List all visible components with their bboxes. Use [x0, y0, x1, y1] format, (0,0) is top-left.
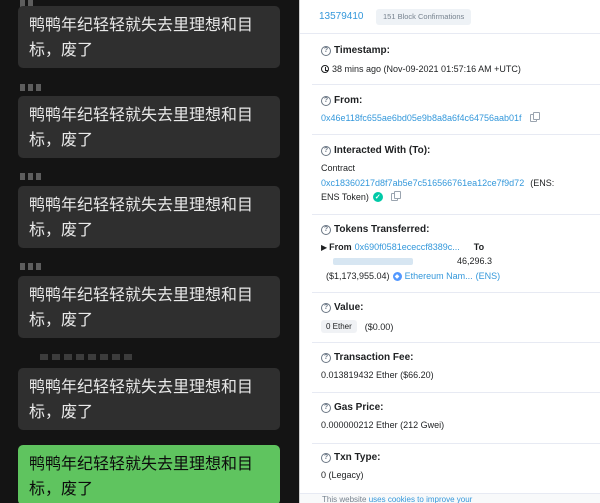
tokens-label: ? Tokens Transferred: [321, 224, 429, 235]
cookie-policy-link[interactable]: uses cookies to improve your [369, 495, 473, 503]
timestamp-value: 38 mins ago (Nov-09-2021 01:57:16 AM +UT… [321, 64, 521, 74]
token-symbol-link[interactable]: (ENS) [476, 271, 501, 281]
gas-price-value: 0.000000212 Ether (212 Gwei) [321, 420, 445, 430]
block-header: 13579410 151 Block Confirmations [300, 0, 600, 34]
chat-bubble[interactable]: 鸭鸭年纪轻轻就失去里理想和目标，废了 [18, 6, 280, 68]
chat-bubble[interactable]: 鸭鸭年纪轻轻就失去里理想和目标，废了 [18, 368, 280, 430]
token-to-label: To [473, 242, 485, 252]
token-amount: 46,296.3 [457, 256, 493, 266]
question-icon[interactable]: ? [321, 224, 331, 235]
fee-value: 0.013819432 Ether ($66.20) [321, 370, 434, 380]
ether-value-badge: 0 Ether [321, 320, 357, 333]
value-usd: ($0.00) [364, 321, 394, 332]
chat-bubble[interactable]: 鸭鸭年纪轻轻就失去里理想和目标，废了 [18, 96, 280, 158]
value-label: ? Value: [321, 302, 363, 313]
token-from-address-link[interactable]: 0x690f0581ececcf8389c... [355, 242, 460, 252]
arrow-right-icon: ▶ [321, 242, 328, 252]
to-address-row: 0xc18360217d8f7ab5e7c516566761ea12ce7f9d… [321, 178, 554, 188]
divider [312, 443, 600, 444]
cookie-banner: This website uses cookies to improve you… [300, 493, 600, 503]
chat-bubble[interactable]: 鸭鸭年纪轻轻就失去里理想和目标，废了 [18, 276, 280, 338]
question-icon[interactable]: ? [321, 302, 331, 313]
question-icon[interactable]: ? [321, 352, 331, 363]
chat-bubble-sent[interactable]: 鸭鸭年纪轻轻就失去里理想和目标，废了 [18, 445, 280, 503]
check-icon: ✓ [372, 192, 383, 202]
ens-name-row: ENS Token) ✓ [321, 191, 401, 202]
from-label: ? From: [321, 95, 362, 106]
chat-panel: 鸭鸭年纪轻轻就失去里理想和目标，废了 鸭鸭年纪轻轻就失去里理想和目标，废了 鸭鸭… [0, 0, 300, 503]
gas-price-label: ? Gas Price: [321, 402, 383, 413]
token-amount-row: 46,296.3 [321, 256, 492, 266]
question-icon[interactable]: ? [321, 145, 331, 156]
divider [312, 342, 600, 343]
txn-type-value: 0 (Legacy) [321, 470, 364, 480]
clock-icon [321, 65, 329, 73]
value-row: 0 Ether ($0.00) [321, 320, 393, 333]
sender-name-blurred [20, 263, 41, 273]
cookie-banner-text: This website [322, 495, 367, 503]
ens-name-prefix: (ENS: [530, 178, 555, 188]
question-icon[interactable]: ? [321, 95, 331, 106]
fee-label: ? Transaction Fee: [321, 352, 413, 363]
copy-icon[interactable] [529, 112, 540, 122]
question-icon[interactable]: ? [321, 452, 331, 463]
divider [312, 214, 600, 215]
ens-name: ENS Token) [321, 192, 369, 202]
from-address-link[interactable]: 0x46e118fc655ae6bd05e9b8a8a6f4c64756aab0… [321, 113, 522, 123]
confirmations-badge: 151 Block Confirmations [376, 9, 472, 25]
from-address-row: 0x46e118fc655ae6bd05e9b8a8a6f4c64756aab0… [321, 112, 540, 123]
contract-label: Contract [321, 163, 356, 173]
block-number-link[interactable]: 13579410 [319, 11, 364, 22]
token-usd: ($1,173,955.04) [326, 271, 390, 281]
token-from-row: ▶ From 0x690f0581ececcf8389c... To [321, 242, 484, 252]
sender-name-blurred [20, 173, 41, 183]
copy-icon[interactable] [390, 191, 401, 201]
transaction-details: 13579410 151 Block Confirmations ? Times… [300, 0, 600, 503]
token-to-address-blurred[interactable] [333, 257, 413, 265]
ens-logo-icon: ◆ [392, 271, 402, 281]
to-address-link[interactable]: 0xc18360217d8f7ab5e7c516566761ea12ce7f9d… [321, 178, 524, 188]
sender-name-blurred [40, 354, 132, 363]
question-icon[interactable]: ? [321, 45, 331, 56]
divider [312, 292, 600, 293]
token-usd-row: ($1,173,955.04) ◆ Ethereum Nam... (ENS) [321, 271, 500, 281]
timestamp-label: ? Timestamp: [321, 45, 390, 56]
sender-name-blurred [20, 84, 41, 94]
divider [312, 84, 600, 85]
token-from-label: From [329, 242, 352, 252]
token-name-link[interactable]: Ethereum Nam... [405, 271, 473, 281]
divider [312, 134, 600, 135]
txn-type-label: ? Txn Type: [321, 452, 380, 463]
chat-bubble[interactable]: 鸭鸭年纪轻轻就失去里理想和目标，废了 [18, 186, 280, 248]
divider [312, 392, 600, 393]
question-icon[interactable]: ? [321, 402, 331, 413]
to-label: ? Interacted With (To): [321, 145, 430, 156]
